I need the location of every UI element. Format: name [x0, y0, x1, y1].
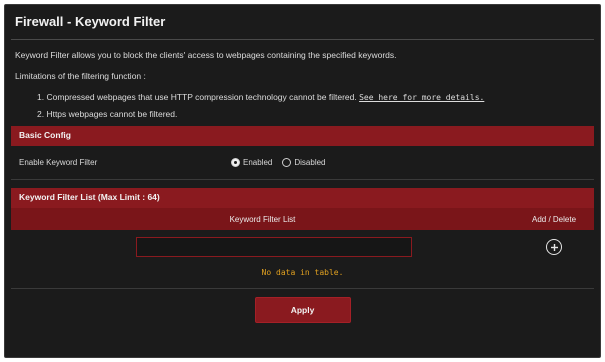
limitation-text: 2. Https webpages cannot be filtered. — [37, 109, 178, 119]
limitation-item: 1. Compressed webpages that use HTTP com… — [37, 92, 590, 102]
details-link[interactable]: See here for more details. — [359, 93, 484, 102]
column-keyword-list: Keyword Filter List — [229, 214, 296, 224]
description: Keyword Filter allows you to block the c… — [5, 40, 600, 119]
limitations-heading: Limitations of the filtering function : — [15, 71, 146, 81]
disabled-label: Disabled — [294, 158, 326, 167]
keyword-filter-panel: Firewall - Keyword Filter Keyword Filter… — [4, 4, 601, 358]
enable-keyword-filter-row: Enable Keyword Filter Enabled Disabled — [11, 146, 594, 180]
enabled-radio[interactable]: Enabled — [231, 158, 272, 167]
radio-unchecked-icon[interactable] — [282, 158, 292, 167]
enabled-label: Enabled — [243, 158, 273, 167]
plus-icon — [550, 243, 558, 251]
disabled-radio[interactable]: Disabled — [282, 158, 326, 167]
enable-keyword-filter-label: Enable Keyword Filter — [19, 158, 98, 167]
add-keyword-button[interactable] — [546, 239, 562, 255]
keyword-list-column-header: Keyword Filter List Add / Delete — [11, 208, 594, 230]
limitations-list: 1. Compressed webpages that use HTTP com… — [15, 92, 590, 119]
page-title: Firewall - Keyword Filter — [15, 14, 166, 29]
apply-button[interactable]: Apply — [254, 297, 351, 323]
column-add-delete: Add / Delete — [531, 214, 577, 224]
keyword-entry-row — [11, 230, 594, 264]
intro-text: Keyword Filter allows you to block the c… — [15, 50, 397, 60]
basic-config-header: Basic Config — [11, 126, 594, 146]
keyword-list-header: Keyword Filter List (Max Limit : 64) — [11, 188, 594, 208]
radio-checked-icon[interactable] — [231, 158, 240, 167]
limitation-text: 1. Compressed webpages that use HTTP com… — [37, 92, 357, 102]
limitation-item: 2. Https webpages cannot be filtered. — [37, 109, 590, 119]
keyword-input[interactable] — [135, 237, 412, 257]
empty-table-message: No data in table. — [261, 268, 344, 277]
enable-radio-group: Enabled Disabled — [231, 158, 326, 167]
